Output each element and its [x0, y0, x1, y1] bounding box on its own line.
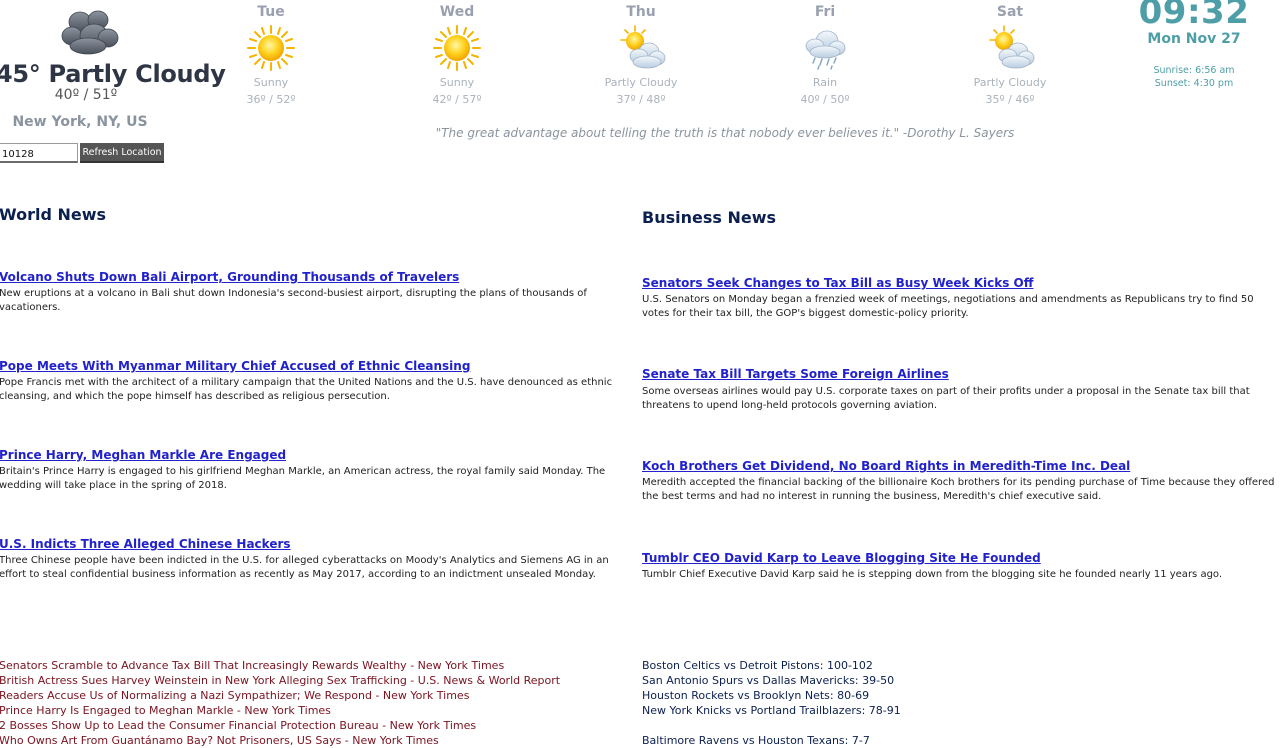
- clock-date: Mon Nov 27: [1147, 31, 1241, 47]
- headline-item[interactable]: Readers Accuse Us of Normalizing a Nazi …: [0, 688, 619, 703]
- cloudy-icon: [58, 6, 120, 56]
- news-summary: Some overseas airlines would pay U.S. co…: [642, 386, 1250, 411]
- headline-item[interactable]: 2 Bosses Show Up to Lead the Consumer Fi…: [0, 718, 619, 733]
- clock-time: 09:32: [1138, 0, 1250, 32]
- forecast-desc: Sunny: [439, 76, 475, 89]
- news-summary: U.S. Senators on Monday began a frenzied…: [642, 294, 1254, 319]
- score-item: Boston Celtics vs Detroit Pistons: 100-1…: [642, 659, 873, 672]
- zip-code-input[interactable]: [0, 143, 78, 163]
- quote-of-the-day: "The great advantage about telling the t…: [435, 126, 1015, 140]
- forecast-day-thu: Thu Partly Cloudy 37º / 48º: [581, 4, 701, 106]
- news-headline-link[interactable]: Pope Meets With Myanmar Military Chief A…: [0, 359, 637, 374]
- news-item: Koch Brothers Get Dividend, No Board Rig…: [642, 459, 1282, 504]
- current-location: New York, NY, US: [12, 114, 148, 130]
- score-item: San Antonio Spurs vs Dallas Mavericks: 3…: [642, 674, 895, 687]
- news-summary: New eruptions at a volcano in Bali shut …: [0, 288, 587, 313]
- headline-item[interactable]: Who Owns Art From Guantánamo Bay? Not Pr…: [0, 733, 619, 748]
- score-item: Houston Rockets vs Brooklyn Nets: 80-69: [642, 689, 870, 702]
- news-summary: Three Chinese people have been indicted …: [0, 555, 609, 580]
- partly-cloudy-icon: [984, 24, 1036, 72]
- news-item: Tumblr CEO David Karp to Leave Blogging …: [642, 551, 1282, 582]
- world-news-title: World News: [0, 205, 107, 224]
- score-item: New York Knicks vs Portland Trailblazers…: [642, 704, 901, 717]
- news-item: Pope Meets With Myanmar Military Chief A…: [0, 359, 637, 404]
- forecast-desc: Partly Cloudy: [604, 76, 678, 89]
- news-headline-link[interactable]: Koch Brothers Get Dividend, No Board Rig…: [642, 459, 1282, 474]
- current-temperature: 45° Partly Cloudy: [0, 60, 226, 88]
- forecast-day-sat: Sat Partly Cloudy 35º / 46º: [950, 4, 1070, 106]
- sunny-icon: [431, 24, 483, 72]
- news-headline-link[interactable]: Tumblr CEO David Karp to Leave Blogging …: [642, 551, 1282, 566]
- news-headline-link[interactable]: Volcano Shuts Down Bali Airport, Groundi…: [0, 270, 637, 285]
- news-summary: Meredith accepted the financial backing …: [642, 477, 1275, 502]
- news-summary: Tumblr Chief Executive David Karp said h…: [642, 569, 1223, 580]
- headline-item[interactable]: Senators Scramble to Advance Tax Bill Th…: [0, 658, 619, 673]
- news-summary: Pope Francis met with the architect of a…: [0, 377, 613, 402]
- forecast-day-label: Tue: [257, 4, 285, 20]
- forecast-day-label: Wed: [439, 4, 475, 20]
- forecast-desc: Sunny: [253, 76, 289, 89]
- news-item: Prince Harry, Meghan Markle Are Engaged …: [0, 448, 637, 493]
- score-item: Baltimore Ravens vs Houston Texans: 7-7: [642, 734, 870, 747]
- forecast-range: 42º / 57º: [432, 93, 482, 106]
- forecast-day-label: Sat: [996, 4, 1024, 20]
- forecast-range: 36º / 52º: [246, 93, 296, 106]
- partly-cloudy-icon: [615, 24, 667, 72]
- news-item: Senators Seek Changes to Tax Bill as Bus…: [642, 276, 1282, 321]
- forecast-range: 40º / 50º: [800, 93, 850, 106]
- forecast-day-label: Thu: [626, 4, 656, 20]
- sunset-time: Sunset: 4:30 pm: [1154, 78, 1234, 89]
- news-summary: Britain's Prince Harry is engaged to his…: [0, 466, 606, 491]
- sunny-icon: [245, 24, 297, 72]
- news-headline-link[interactable]: U.S. Indicts Three Alleged Chinese Hacke…: [0, 537, 637, 552]
- current-temp-range: 40º / 51º: [54, 87, 118, 103]
- forecast-range: 37º / 48º: [616, 93, 666, 106]
- forecast-day-label: Fri: [814, 4, 836, 20]
- forecast-day-tue: Tue Sunny 36º / 52º: [211, 4, 331, 106]
- forecast-day-fri: Fri Rain 40º / 50º: [765, 4, 885, 106]
- score-group-spacer: [642, 718, 1042, 733]
- news-headline-link[interactable]: Senate Tax Bill Targets Some Foreign Air…: [642, 367, 1282, 382]
- forecast-day-wed: Wed Sunny 42º / 57º: [397, 4, 517, 106]
- news-item: U.S. Indicts Three Alleged Chinese Hacke…: [0, 537, 637, 582]
- headlines-list: Senators Scramble to Advance Tax Bill Th…: [0, 658, 619, 748]
- scores-list: Boston Celtics vs Detroit Pistons: 100-1…: [642, 658, 1042, 748]
- forecast-range: 35º / 46º: [985, 93, 1035, 106]
- rain-icon: [799, 24, 851, 72]
- business-news-title: Business News: [642, 208, 776, 227]
- news-headline-link[interactable]: Prince Harry, Meghan Markle Are Engaged: [0, 448, 637, 463]
- refresh-location-button[interactable]: Refresh Location: [80, 143, 164, 163]
- news-item: Senate Tax Bill Targets Some Foreign Air…: [642, 367, 1282, 413]
- news-headline-link[interactable]: Senators Seek Changes to Tax Bill as Bus…: [642, 276, 1282, 291]
- sunrise-time: Sunrise: 6:56 am: [1153, 65, 1235, 76]
- forecast-desc: Partly Cloudy: [973, 76, 1047, 89]
- headline-item[interactable]: British Actress Sues Harvey Weinstein in…: [0, 673, 619, 688]
- news-item: Volcano Shuts Down Bali Airport, Groundi…: [0, 270, 637, 315]
- forecast-desc: Rain: [812, 76, 838, 89]
- headline-item[interactable]: Prince Harry Is Engaged to Meghan Markle…: [0, 703, 619, 718]
